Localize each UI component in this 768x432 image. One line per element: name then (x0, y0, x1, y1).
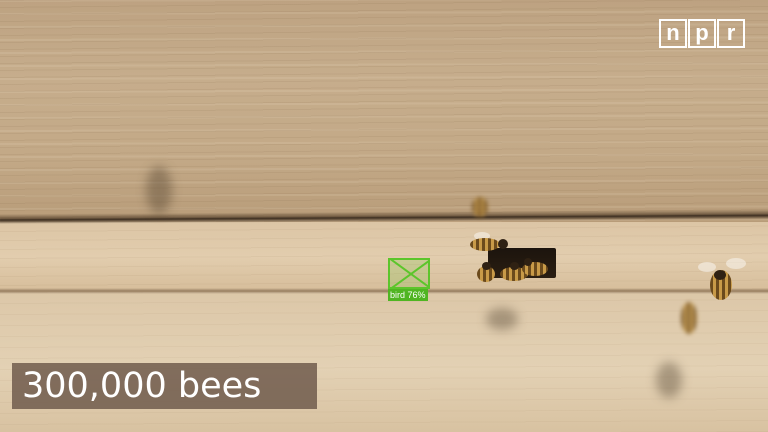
bee-shadow (656, 362, 682, 398)
video-frame: bird 76% n p r 300,000 bees (0, 0, 768, 432)
detection-label: bird 76% (388, 289, 428, 301)
bee-shadow (146, 166, 172, 214)
board-seam (0, 288, 768, 294)
bee-shadow (486, 308, 518, 330)
wooden-board-bottom (0, 292, 768, 432)
wooden-board-middle (0, 222, 768, 292)
logo-letter: n (659, 19, 687, 48)
logo-letter: p (688, 19, 716, 48)
bee (520, 256, 550, 278)
video-caption: 300,000 bees (12, 363, 317, 409)
bee (466, 232, 512, 254)
logo-letter: r (717, 19, 745, 48)
detection-bounding-box (388, 258, 430, 289)
wooden-board-top (0, 0, 768, 222)
flying-bee (677, 298, 701, 338)
flying-bee (466, 193, 494, 219)
npr-logo: n p r (659, 19, 745, 48)
flying-bee (698, 258, 746, 304)
bee (474, 262, 500, 284)
